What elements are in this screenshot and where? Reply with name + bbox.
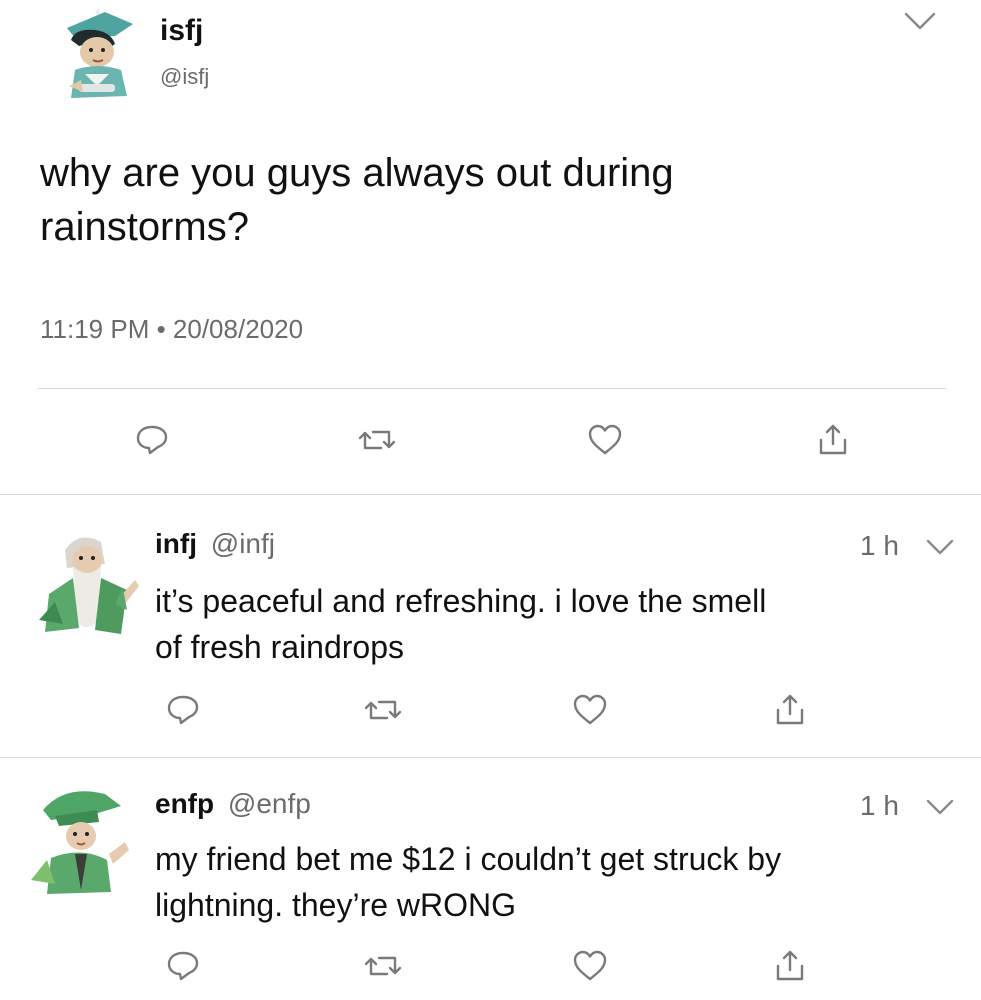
tweet-text-line: why are you guys always out during <box>40 151 674 195</box>
nurse-character-avatar <box>67 8 133 98</box>
retweet-button[interactable] <box>357 420 397 460</box>
tweet-text-line: my friend bet me $12 i couldn’t get stru… <box>155 841 782 877</box>
avatar[interactable] <box>45 0 155 110</box>
reply-button[interactable] <box>163 690 203 730</box>
reply-icon <box>136 425 168 455</box>
more-options-chevron[interactable] <box>920 536 960 563</box>
tweet-text: why are you guys always out during rains… <box>40 146 674 254</box>
more-options-chevron[interactable] <box>900 8 940 39</box>
retweet-icon <box>358 430 396 450</box>
retweet-button[interactable] <box>363 946 403 986</box>
reply-button[interactable] <box>132 420 172 460</box>
handle[interactable]: @isfj <box>160 64 209 90</box>
chevron-down-icon <box>926 799 954 815</box>
timestamp[interactable]: 11:19 PM • 20/08/2020 <box>40 314 303 345</box>
like-icon <box>573 950 607 981</box>
share-button[interactable] <box>813 420 853 460</box>
tweet-text-line: it’s peaceful and refreshing. i love the… <box>155 583 767 619</box>
reply-time: 1 h <box>860 530 899 561</box>
handle[interactable]: @enfp <box>228 788 311 819</box>
divider <box>0 757 981 758</box>
like-button[interactable] <box>570 946 610 986</box>
tweet-text-line: lightning. they’re wRONG <box>155 887 517 923</box>
reply-header: infj @infj <box>155 528 275 560</box>
like-icon <box>588 424 622 455</box>
avatar[interactable] <box>25 780 135 894</box>
chevron-down-icon <box>904 12 936 30</box>
divider <box>0 494 981 495</box>
share-icon <box>776 950 804 981</box>
share-button[interactable] <box>770 946 810 986</box>
retweet-button[interactable] <box>363 690 403 730</box>
retweet-icon <box>364 700 402 720</box>
handle[interactable]: @infj <box>211 528 275 559</box>
reply-icon <box>167 695 199 725</box>
tweet-text-line: of fresh raindrops <box>155 629 405 665</box>
like-icon <box>573 694 607 725</box>
like-button[interactable] <box>570 690 610 730</box>
reply-time: 1 h <box>860 790 899 821</box>
share-icon <box>776 694 804 725</box>
reply-button[interactable] <box>163 946 203 986</box>
chevron-down-icon <box>926 539 954 555</box>
display-name[interactable]: isfj <box>160 14 203 48</box>
wizard-character-avatar <box>39 537 139 634</box>
like-button[interactable] <box>585 420 625 460</box>
reply-text: it’s peaceful and refreshing. i love the… <box>155 578 766 670</box>
display-name[interactable]: enfp <box>155 788 214 819</box>
reply-header: enfp @enfp <box>155 788 311 820</box>
tweet-text-line: rainstorms? <box>40 205 249 249</box>
green-hat-character-avatar <box>31 791 129 894</box>
reply-icon <box>167 951 199 981</box>
reply-text: my friend bet me $12 i couldn’t get stru… <box>155 836 781 928</box>
avatar[interactable] <box>35 524 145 634</box>
divider <box>38 388 946 389</box>
display-name[interactable]: infj <box>155 528 197 559</box>
share-button[interactable] <box>770 690 810 730</box>
share-icon <box>819 424 847 455</box>
retweet-icon <box>364 956 402 976</box>
more-options-chevron[interactable] <box>920 796 960 823</box>
